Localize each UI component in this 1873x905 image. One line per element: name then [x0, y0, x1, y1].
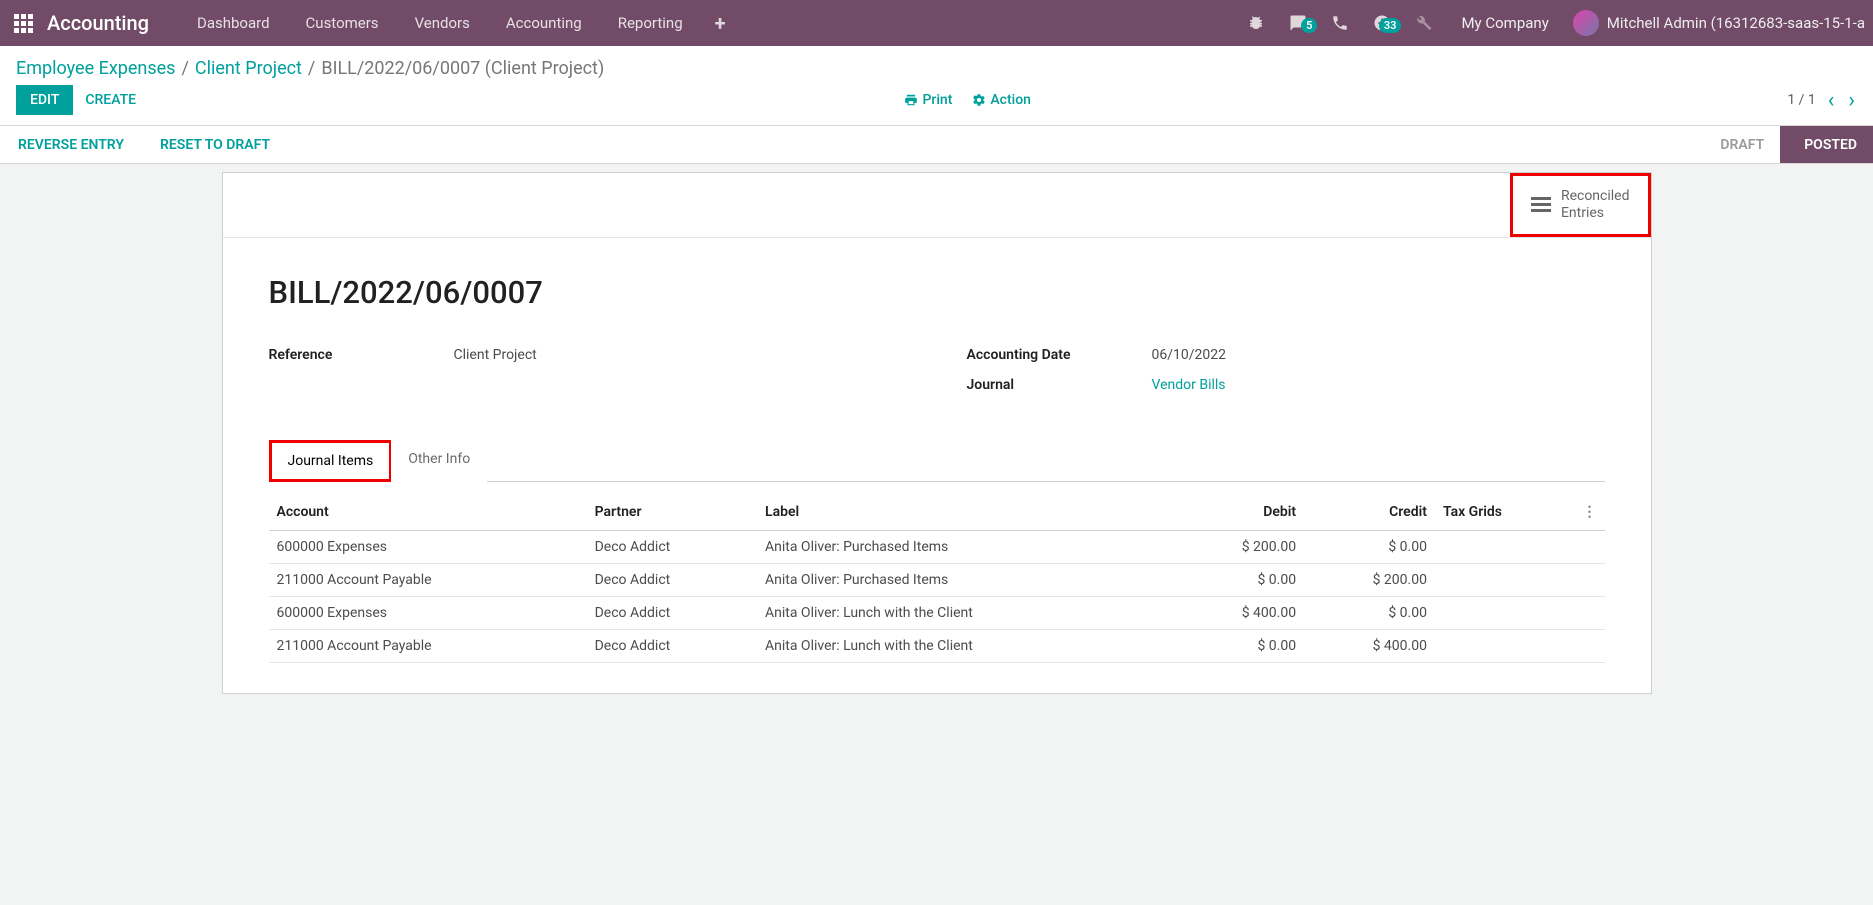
menu-customers[interactable]: Customers — [288, 0, 397, 46]
table-row[interactable]: 211000 Account PayableDeco AddictAnita O… — [269, 563, 1605, 596]
phone-icon[interactable] — [1319, 14, 1361, 32]
status-bar: REVERSE ENTRY RESET TO DRAFT DRAFT POSTE… — [0, 126, 1873, 164]
tab-journal-items[interactable]: Journal Items — [269, 440, 393, 482]
messaging-badge: 5 — [1301, 18, 1317, 33]
cell-account: 600000 Expenses — [269, 596, 587, 629]
cell-debit: $ 200.00 — [1173, 530, 1304, 563]
breadcrumb: Employee Expenses / Client Project / BIL… — [0, 46, 1873, 85]
col-credit[interactable]: Credit — [1304, 494, 1435, 531]
breadcrumb-employee-expenses[interactable]: Employee Expenses — [16, 58, 175, 79]
print-button[interactable]: Print — [904, 92, 952, 108]
journal-value[interactable]: Vendor Bills — [1152, 377, 1226, 393]
journal-label: Journal — [967, 377, 1152, 393]
col-label[interactable]: Label — [757, 494, 1173, 531]
avatar — [1573, 10, 1599, 36]
cell-partner: Deco Addict — [587, 596, 757, 629]
cell-partner: Deco Addict — [587, 530, 757, 563]
reference-label: Reference — [269, 347, 454, 363]
company-switcher[interactable]: My Company — [1445, 14, 1564, 32]
cell-tax-grids — [1435, 596, 1575, 629]
activities-badge: 33 — [1379, 18, 1402, 33]
col-options-icon[interactable]: ⋮ — [1575, 494, 1605, 531]
cell-label: Anita Oliver: Lunch with the Client — [757, 596, 1173, 629]
journal-items-table: Account Partner Label Debit Credit Tax G… — [269, 494, 1605, 663]
reset-to-draft-button[interactable]: RESET TO DRAFT — [142, 126, 288, 163]
debug-icon[interactable] — [1235, 14, 1277, 32]
reconciled-entries-button[interactable]: Reconciled Entries — [1510, 173, 1651, 237]
cell-debit: $ 0.00 — [1173, 629, 1304, 662]
breadcrumb-client-project[interactable]: Client Project — [195, 58, 302, 79]
cell-label: Anita Oliver: Lunch with the Client — [757, 629, 1173, 662]
col-tax-grids[interactable]: Tax Grids — [1435, 494, 1575, 531]
cell-empty — [1575, 596, 1605, 629]
accounting-date-label: Accounting Date — [967, 347, 1152, 363]
cell-empty — [1575, 563, 1605, 596]
cell-debit: $ 0.00 — [1173, 563, 1304, 596]
activities-icon[interactable]: 33 — [1361, 14, 1403, 32]
list-icon — [1531, 194, 1551, 215]
reference-value: Client Project — [454, 347, 537, 363]
menu-dashboard[interactable]: Dashboard — [179, 0, 288, 46]
menu-vendors[interactable]: Vendors — [397, 0, 488, 46]
table-row[interactable]: 600000 ExpensesDeco AddictAnita Oliver: … — [269, 530, 1605, 563]
cell-tax-grids — [1435, 629, 1575, 662]
print-icon — [904, 93, 918, 107]
user-name: Mitchell Admin (16312683-saas-15-1-a — [1607, 14, 1865, 32]
tab-other-info[interactable]: Other Info — [391, 440, 487, 482]
accounting-date-value: 06/10/2022 — [1152, 347, 1227, 363]
edit-button[interactable]: EDIT — [16, 85, 73, 115]
pager-prev[interactable]: ‹ — [1826, 88, 1837, 113]
main-navbar: Accounting Dashboard Customers Vendors A… — [0, 0, 1873, 46]
cell-credit: $ 0.00 — [1304, 596, 1435, 629]
apps-icon[interactable] — [14, 14, 33, 33]
cell-empty — [1575, 530, 1605, 563]
menu-reporting[interactable]: Reporting — [600, 0, 701, 46]
messaging-icon[interactable]: 5 — [1277, 14, 1319, 32]
cell-credit: $ 200.00 — [1304, 563, 1435, 596]
gear-icon — [972, 93, 986, 107]
app-name[interactable]: Accounting — [47, 11, 149, 35]
notebook-tabs: Journal Items Other Info — [269, 439, 1605, 482]
cell-credit: $ 0.00 — [1304, 530, 1435, 563]
cell-debit: $ 400.00 — [1173, 596, 1304, 629]
col-account[interactable]: Account — [269, 494, 587, 531]
cell-partner: Deco Addict — [587, 629, 757, 662]
cell-tax-grids — [1435, 563, 1575, 596]
pager-value: 1 / 1 — [1787, 92, 1815, 108]
cell-account: 211000 Account Payable — [269, 629, 587, 662]
new-menu-icon[interactable]: + — [701, 11, 740, 35]
breadcrumb-current: BILL/2022/06/0007 (Client Project) — [321, 58, 604, 79]
control-panel: Employee Expenses / Client Project / BIL… — [0, 46, 1873, 126]
cell-account: 211000 Account Payable — [269, 563, 587, 596]
user-menu[interactable]: Mitchell Admin (16312683-saas-15-1-a — [1565, 10, 1865, 36]
table-row[interactable]: 600000 ExpensesDeco AddictAnita Oliver: … — [269, 596, 1605, 629]
menu-accounting[interactable]: Accounting — [488, 0, 600, 46]
form-sheet: Reconciled Entries BILL/2022/06/0007 Ref… — [222, 172, 1652, 694]
table-row[interactable]: 211000 Account PayableDeco AddictAnita O… — [269, 629, 1605, 662]
cell-label: Anita Oliver: Purchased Items — [757, 563, 1173, 596]
status-posted[interactable]: POSTED — [1780, 126, 1873, 163]
cell-label: Anita Oliver: Purchased Items — [757, 530, 1173, 563]
cell-account: 600000 Expenses — [269, 530, 587, 563]
tools-icon[interactable] — [1403, 14, 1445, 32]
cell-partner: Deco Addict — [587, 563, 757, 596]
record-title: BILL/2022/06/0007 — [269, 274, 1605, 311]
pager: 1 / 1 ‹ › — [1787, 88, 1857, 113]
action-button[interactable]: Action — [972, 92, 1031, 108]
pager-next[interactable]: › — [1846, 88, 1857, 113]
create-button[interactable]: CREATE — [73, 85, 148, 115]
col-partner[interactable]: Partner — [587, 494, 757, 531]
col-debit[interactable]: Debit — [1173, 494, 1304, 531]
cell-empty — [1575, 629, 1605, 662]
status-draft[interactable]: DRAFT — [1696, 126, 1780, 163]
cell-tax-grids — [1435, 530, 1575, 563]
cell-credit: $ 400.00 — [1304, 629, 1435, 662]
reverse-entry-button[interactable]: REVERSE ENTRY — [0, 126, 142, 163]
